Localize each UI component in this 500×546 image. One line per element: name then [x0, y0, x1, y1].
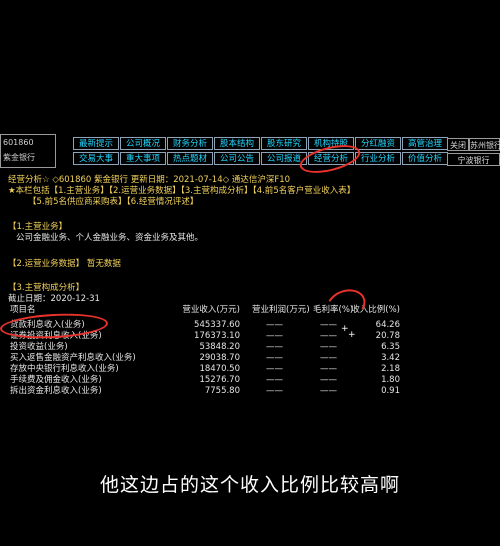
- table-row: 存放中央银行利息收入(业务) 18470.50 —— —— 2.18: [8, 364, 400, 375]
- row-profit: ——: [266, 342, 283, 352]
- section1-body: 公司金融业务、个人金融业务、资金业务及其他。: [16, 233, 204, 243]
- row-name: 拆出资金利息收入(业务): [10, 386, 102, 396]
- row-gross-margin: ——: [320, 364, 337, 374]
- section-index-line1[interactable]: ★本栏包括【1.主营业务】【2.运营业务数据】【3.主营构成分析】【4.前5名客…: [8, 186, 355, 197]
- row-revenue: 7755.80: [204, 386, 240, 396]
- tab-industry-analysis[interactable]: 行业分析: [355, 152, 401, 165]
- table-row: 买入返售金融资产利息收入(业务) 29038.70 —— —— 3.42: [8, 353, 400, 364]
- tab-shareholder-research[interactable]: 股东研究: [261, 137, 307, 150]
- row-ratio: 3.42: [381, 353, 400, 363]
- row-ratio: 64.26: [375, 320, 400, 330]
- row-ratio: 2.18: [381, 364, 400, 374]
- tab-value-analysis[interactable]: 价值分析: [402, 152, 448, 165]
- row-gross-margin: ——: [320, 331, 337, 341]
- section3-title: 【3.主营构成分析】: [8, 283, 85, 293]
- row-name: 手续费及佣金收入(业务): [10, 375, 102, 385]
- tab-governance[interactable]: 高管治理: [402, 137, 448, 150]
- row-ratio: 1.80: [381, 375, 400, 385]
- prev-stock-button[interactable]: 宁波银行: [447, 153, 500, 166]
- row-profit: ——: [266, 375, 283, 385]
- row-name: 存放中央银行利息收入(业务): [10, 364, 119, 374]
- row-revenue: 18470.50: [199, 364, 240, 374]
- tab-major-events[interactable]: 重大事项: [120, 152, 166, 165]
- row-gross-margin: ——: [320, 375, 337, 385]
- row-gross-margin: ——: [320, 353, 337, 363]
- col-profit: 营业利润(万元): [252, 305, 310, 315]
- row-revenue: 176373.10: [194, 331, 240, 341]
- table-row: 投资收益(业务) 53848.20 —— —— 6.35: [8, 342, 400, 353]
- tab-company-overview[interactable]: 公司概况: [120, 137, 166, 150]
- row-ratio: 0.91: [381, 386, 400, 396]
- tab-announcements[interactable]: 公司公告: [214, 152, 260, 165]
- row-ratio: 20.78: [375, 331, 400, 341]
- tab-trading-events[interactable]: 交易大事: [73, 152, 119, 165]
- row-name: 买入返售金融资产利息收入(业务): [10, 353, 136, 363]
- row-profit: ——: [266, 386, 283, 396]
- stock-name: 紫金银行: [3, 153, 35, 162]
- col-name: 项目名: [10, 305, 36, 315]
- section1-title: 【1.主营业务】: [8, 222, 68, 232]
- row-revenue: 53848.20: [199, 342, 240, 352]
- stock-code: 601860: [3, 138, 34, 147]
- close-button[interactable]: 关闭: [447, 138, 469, 151]
- row-profit: ——: [266, 331, 283, 341]
- row-ratio: 6.35: [381, 342, 400, 352]
- next-stock-button[interactable]: 苏州银行: [469, 138, 500, 151]
- tab-latest[interactable]: 最新提示: [73, 137, 119, 150]
- tab-hot-topics[interactable]: 热点题材: [167, 152, 213, 165]
- table-row: 拆出资金利息收入(业务) 7755.80 —— —— 0.91: [8, 386, 400, 397]
- row-name: 投资收益(业务): [10, 342, 68, 352]
- cutoff-date: 截止日期：2020-12-31: [8, 294, 100, 304]
- page-header: 经营分析☆ ◇601860 紫金银行 更新日期：2021-07-14◇ 通达信沪…: [8, 175, 291, 185]
- col-revenue: 营业收入(万元): [182, 305, 240, 315]
- stock-box: 601860 紫金银行: [0, 134, 56, 168]
- row-revenue: 29038.70: [199, 353, 240, 363]
- section2-title: 【2.运营业务数据】 暂无数据: [8, 259, 121, 269]
- cursor-cross-icon: +: [348, 330, 356, 340]
- row-revenue: 545337.60: [194, 320, 240, 330]
- row-profit: ——: [266, 320, 283, 330]
- tab-dividend-financing[interactable]: 分红融资: [355, 137, 401, 150]
- tab-financial-analysis[interactable]: 财务分析: [167, 137, 213, 150]
- row-gross-margin: ——: [320, 386, 337, 396]
- row-profit: ——: [266, 353, 283, 363]
- table-row: 手续费及佣金收入(业务) 15276.70 —— —— 1.80: [8, 375, 400, 386]
- row-profit: ——: [266, 364, 283, 374]
- row-gross-margin: ——: [320, 320, 337, 330]
- section-index-line2[interactable]: 【5.前5名供应商采购表】【6.经营情况评述】: [28, 197, 198, 208]
- row-gross-margin: ——: [320, 342, 337, 352]
- f10-screen: 601860 紫金银行 最新提示 公司概况 财务分析 股本结构 股东研究 机构持…: [0, 134, 500, 414]
- row-revenue: 15276.70: [199, 375, 240, 385]
- tab-share-structure[interactable]: 股本结构: [214, 137, 260, 150]
- video-subtitle: 他这边占的这个收入比例比较高啊: [99, 474, 400, 496]
